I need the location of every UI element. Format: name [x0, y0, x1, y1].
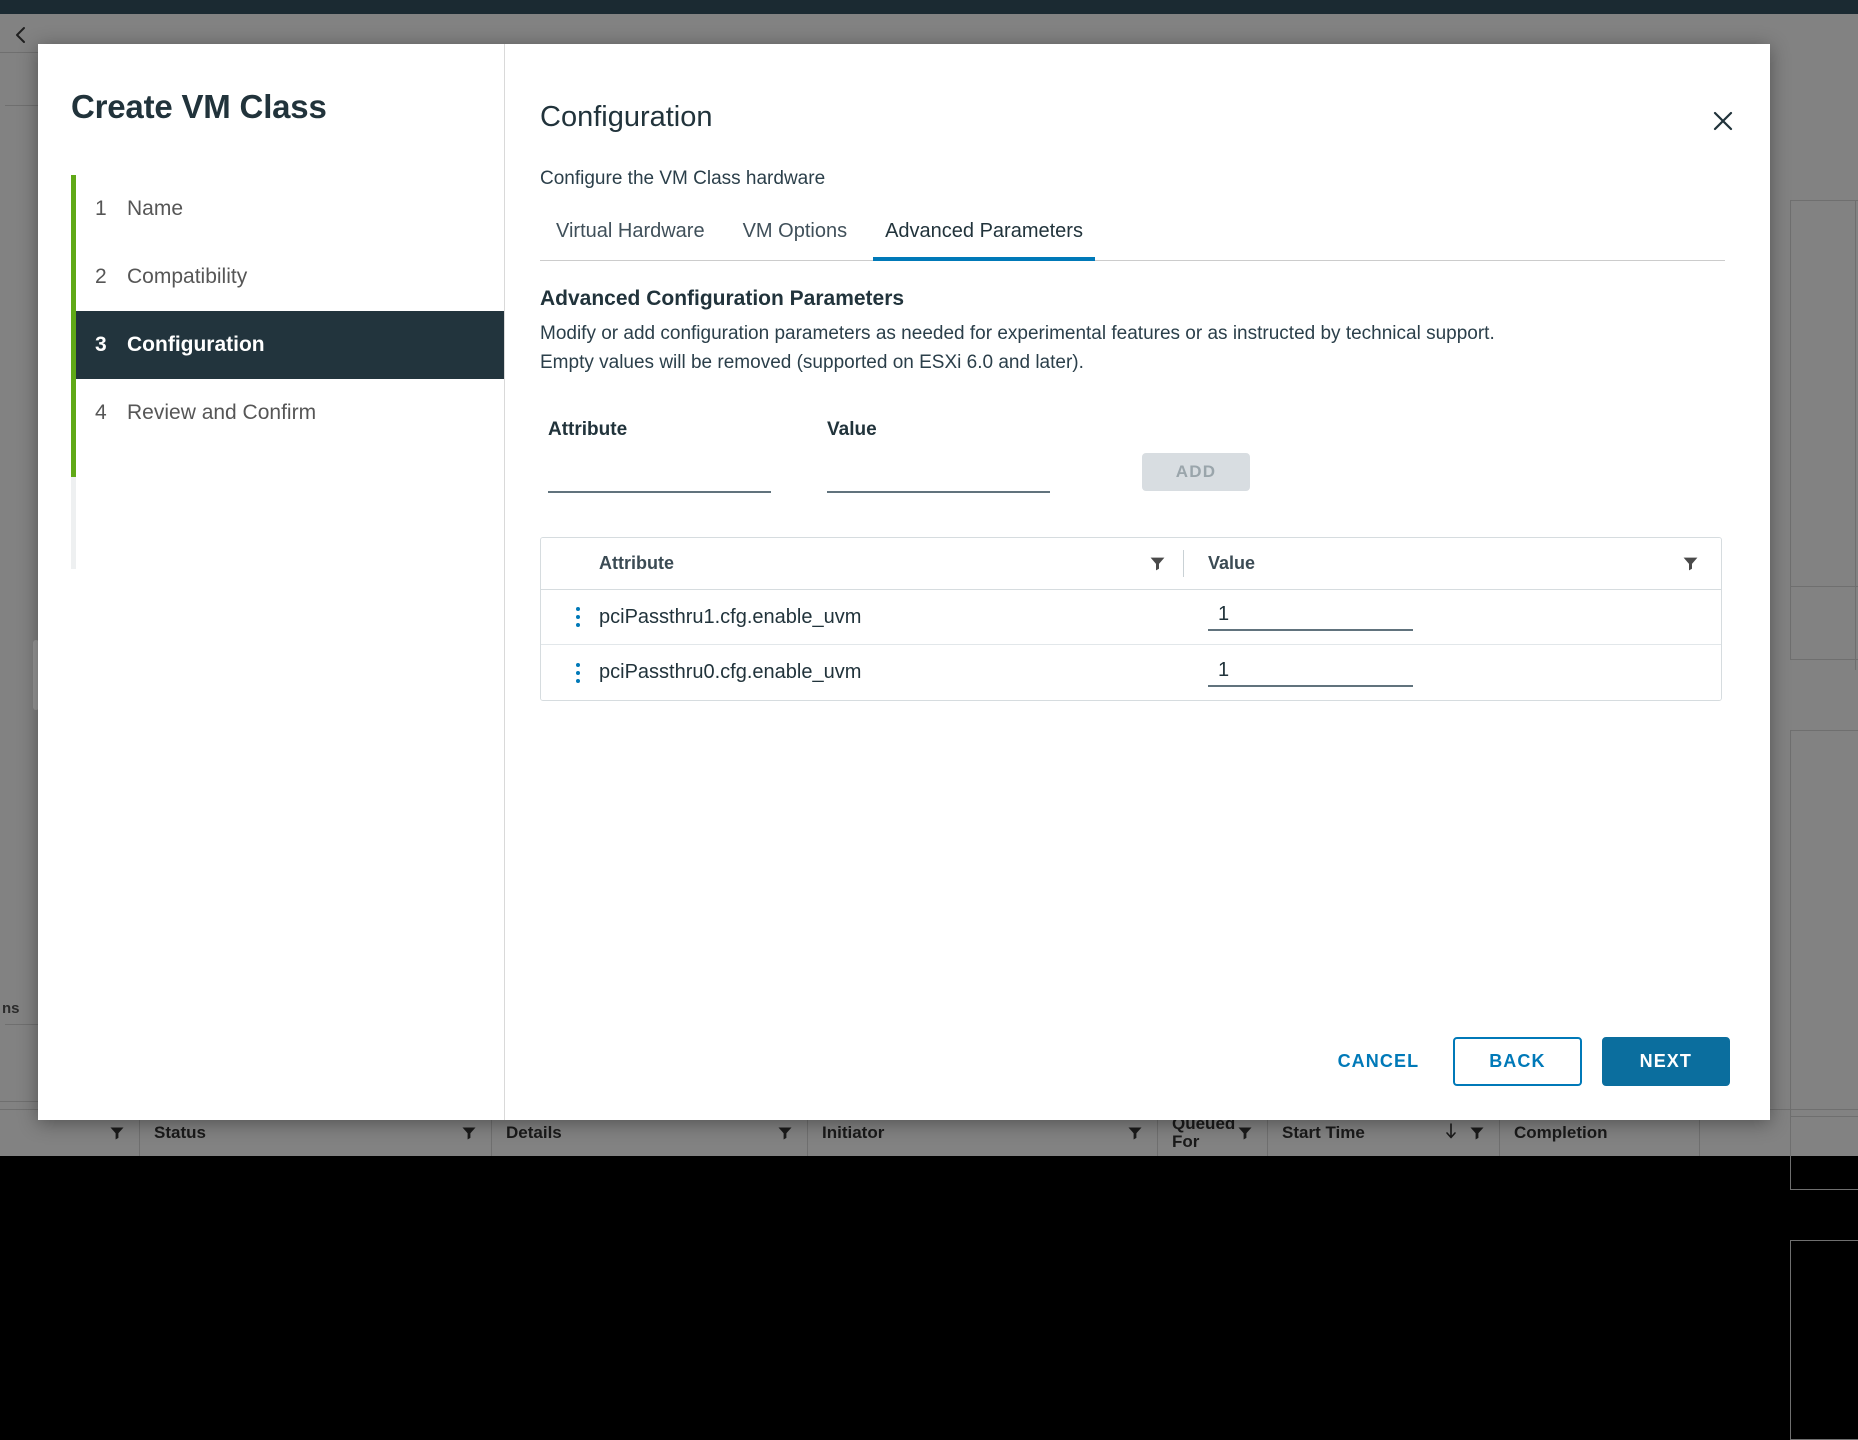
section-description-line-2: Empty values will be removed (supported …: [540, 348, 1640, 377]
wizard-step-label: Compatibility: [127, 265, 247, 289]
attribute-name: pciPassthru0.cfg.enable_uvm: [599, 661, 861, 684]
value-field-group: Value: [827, 419, 1050, 493]
background-right-card-top: [1790, 200, 1858, 660]
table-header-attribute: Attribute: [541, 538, 1184, 589]
task-column-label: Queued For: [1172, 1115, 1237, 1151]
wizard-step-label: Name: [127, 197, 183, 221]
value-field-label: Value: [827, 419, 1050, 441]
wizard-step-label: Configuration: [127, 333, 265, 357]
wizard-step-number: 1: [95, 197, 127, 221]
kebab-menu-icon[interactable]: [567, 607, 589, 627]
table-row[interactable]: pciPassthru0.cfg.enable_uvm: [541, 645, 1721, 700]
task-column-label: Details: [506, 1123, 777, 1143]
attribute-name: pciPassthru1.cfg.enable_uvm: [599, 606, 861, 629]
background-left-card: [5, 105, 40, 1025]
add-parameter-form: Attribute Value ADD: [540, 419, 1730, 493]
content-header: Configuration Configure the VM Class har…: [505, 44, 1770, 261]
task-column-label: Start Time: [1282, 1123, 1443, 1143]
tab-vm-options[interactable]: VM Options: [731, 214, 859, 261]
kebab-menu-icon[interactable]: [567, 663, 589, 683]
sort-descending-icon[interactable]: [1443, 1122, 1459, 1145]
wizard-step-compatibility[interactable]: 2 Compatibility: [38, 243, 504, 311]
wizard-step-name[interactable]: 1 Name: [38, 175, 504, 243]
row-value-input[interactable]: [1208, 659, 1413, 687]
table-row[interactable]: pciPassthru1.cfg.enable_uvm: [541, 590, 1721, 645]
attribute-field-group: Attribute: [548, 419, 771, 493]
wizard-step-review-and-confirm[interactable]: 4 Review and Confirm: [38, 379, 504, 447]
background-right-divider: [1855, 200, 1856, 670]
back-button[interactable]: BACK: [1453, 1037, 1581, 1086]
create-vm-class-modal: Create VM Class 1 Name 2 Compatibility 3…: [38, 44, 1770, 1120]
value-input[interactable]: [827, 467, 1050, 493]
table-header-row: Attribute Value: [541, 538, 1721, 590]
filter-icon[interactable]: [1469, 1125, 1485, 1141]
filter-icon[interactable]: [1149, 555, 1166, 572]
section-title: Advanced Configuration Parameters: [540, 287, 1730, 311]
wizard-step-number: 2: [95, 265, 127, 289]
filter-icon[interactable]: [1237, 1125, 1253, 1141]
wizard-step-number: 3: [95, 333, 127, 357]
table-cell-attribute: pciPassthru0.cfg.enable_uvm: [541, 645, 1184, 700]
wizard-step-number: 4: [95, 401, 127, 425]
add-parameter-button[interactable]: ADD: [1142, 453, 1250, 491]
table-cell-value: [1184, 590, 1721, 644]
filter-icon[interactable]: [461, 1125, 477, 1141]
table-cell-value: [1184, 645, 1721, 700]
content-body: Advanced Configuration Parameters Modify…: [505, 261, 1770, 1037]
attribute-field-label: Attribute: [548, 419, 771, 441]
wizard-steps: 1 Name 2 Compatibility 3 Configuration 4…: [38, 175, 504, 447]
filter-icon[interactable]: [1682, 555, 1699, 572]
task-column-label: Initiator: [822, 1123, 1127, 1143]
wizard-progress-rail-remaining: [71, 477, 76, 569]
configuration-tabs: Virtual Hardware VM Options Advanced Par…: [540, 214, 1725, 261]
filter-icon[interactable]: [109, 1125, 125, 1141]
page-title: Configuration: [540, 101, 1730, 134]
section-description-line-1: Modify or add configuration parameters a…: [540, 319, 1640, 348]
wizard-step-configuration[interactable]: 3 Configuration: [76, 311, 504, 379]
table-header-attribute-label: Attribute: [599, 553, 674, 574]
background-left-label: ns: [2, 1000, 20, 1017]
background-right-card-bottom: [1790, 1240, 1858, 1440]
table-header-value: Value: [1184, 538, 1721, 589]
cancel-button[interactable]: CANCEL: [1324, 1041, 1434, 1082]
filter-icon[interactable]: [1127, 1125, 1143, 1141]
task-column-label: Status: [154, 1123, 461, 1143]
filter-icon[interactable]: [777, 1125, 793, 1141]
modal-title: Create VM Class: [38, 88, 504, 126]
table-header-value-label: Value: [1208, 553, 1255, 574]
tab-virtual-hardware[interactable]: Virtual Hardware: [544, 214, 717, 261]
next-button[interactable]: NEXT: [1602, 1037, 1730, 1086]
app-top-bar: [0, 0, 1858, 14]
close-icon[interactable]: [1704, 102, 1742, 140]
section-description: Modify or add configuration parameters a…: [540, 319, 1640, 377]
advanced-parameters-table: Attribute Value: [540, 537, 1722, 701]
chevron-left-icon[interactable]: [6, 20, 36, 50]
wizard-sidebar: Create VM Class 1 Name 2 Compatibility 3…: [38, 44, 505, 1120]
task-column-label: Completion: [1514, 1123, 1685, 1143]
wizard-step-label: Review and Confirm: [127, 401, 316, 425]
tab-advanced-parameters[interactable]: Advanced Parameters: [873, 214, 1095, 261]
page-subtitle: Configure the VM Class hardware: [540, 168, 1730, 190]
modal-content: Configuration Configure the VM Class har…: [505, 44, 1770, 1120]
row-value-input[interactable]: [1208, 603, 1413, 631]
attribute-input[interactable]: [548, 467, 771, 493]
table-cell-attribute: pciPassthru1.cfg.enable_uvm: [541, 590, 1184, 644]
modal-footer: CANCEL BACK NEXT: [505, 1037, 1770, 1120]
